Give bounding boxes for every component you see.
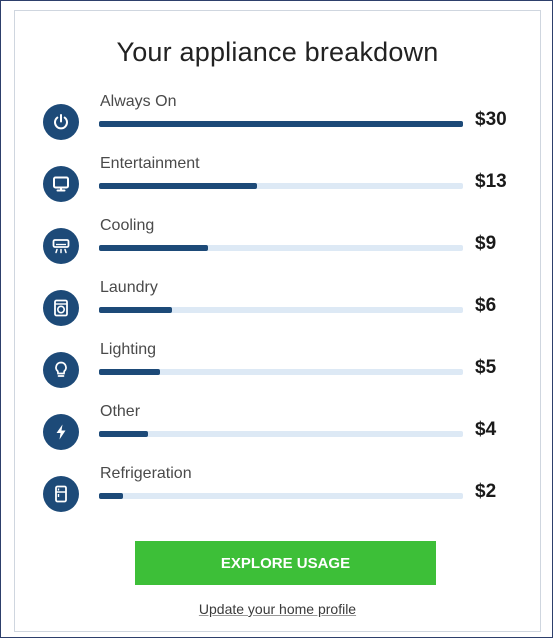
refrigerator-icon xyxy=(43,476,79,512)
breakdown-row-lighting: Lighting $5 xyxy=(15,341,540,401)
breakdown-amount: $30 xyxy=(475,109,507,130)
usage-bar-fill xyxy=(99,431,148,437)
usage-bar-fill xyxy=(99,245,209,251)
breakdown-label: Laundry xyxy=(100,279,158,296)
usage-bar-track xyxy=(99,493,463,499)
screenshot-frame: Your appliance breakdown Always On $30 E… xyxy=(0,0,553,638)
lightning-icon xyxy=(43,414,79,450)
breakdown-label: Lighting xyxy=(100,341,157,358)
monitor-icon xyxy=(43,166,79,202)
air-conditioner-icon xyxy=(43,228,79,264)
breakdown-amount: $2 xyxy=(475,481,497,502)
breakdown-amount: $5 xyxy=(475,357,497,378)
usage-bar-track xyxy=(99,245,463,251)
appliance-breakdown-card: Your appliance breakdown Always On $30 E… xyxy=(14,10,541,632)
breakdown-row-refrigeration: Refrigeration $2 xyxy=(15,465,540,525)
breakdown-label: Other xyxy=(100,403,141,420)
breakdown-row-other: Other $4 xyxy=(15,403,540,463)
breakdown-row-always-on: Always On $30 xyxy=(15,93,540,153)
breakdown-row-entertainment: Entertainment $13 xyxy=(15,155,540,215)
lightbulb-icon xyxy=(43,352,79,388)
breakdown-row-cooling: Cooling $9 xyxy=(15,217,540,277)
usage-bar-fill xyxy=(99,183,257,189)
breakdown-row-laundry: Laundry $6 xyxy=(15,279,540,339)
washing-machine-icon xyxy=(43,290,79,326)
breakdown-label: Entertainment xyxy=(100,155,200,172)
update-home-profile-link[interactable]: Update your home profile xyxy=(15,601,540,617)
usage-bar-track xyxy=(99,431,463,437)
page-title: Your appliance breakdown xyxy=(116,37,439,67)
usage-bar-fill xyxy=(99,121,463,127)
breakdown-label: Always On xyxy=(100,93,177,110)
usage-bar-fill xyxy=(99,307,172,313)
explore-usage-button[interactable]: EXPLORE USAGE xyxy=(135,541,436,585)
usage-bar-track xyxy=(99,307,463,313)
usage-bar-fill xyxy=(99,369,160,375)
breakdown-amount: $4 xyxy=(475,419,497,440)
breakdown-label: Refrigeration xyxy=(100,465,192,482)
breakdown-label: Cooling xyxy=(100,217,155,234)
power-icon xyxy=(43,104,79,140)
usage-bar-fill xyxy=(99,493,124,499)
usage-bar-track xyxy=(99,121,463,127)
breakdown-amount: $13 xyxy=(475,171,507,192)
breakdown-amount: $9 xyxy=(475,233,497,254)
usage-bar-track xyxy=(99,369,463,375)
usage-bar-track xyxy=(99,183,463,189)
breakdown-amount: $6 xyxy=(475,295,497,316)
